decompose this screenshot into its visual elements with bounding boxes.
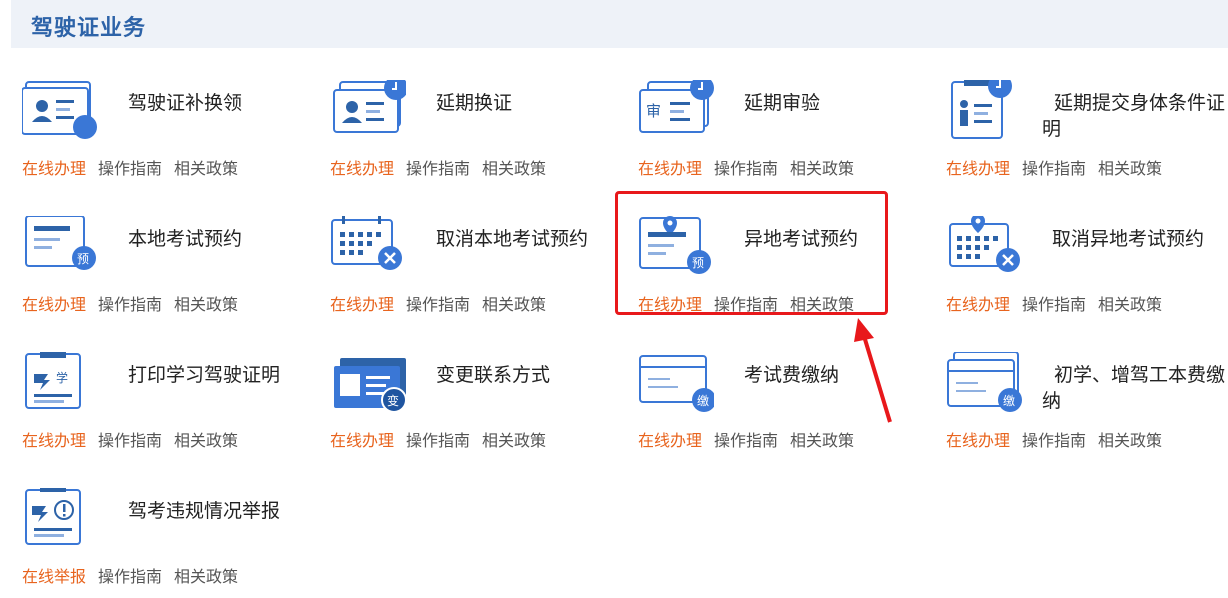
guide-link[interactable]: 操作指南 (714, 431, 778, 450)
policy-link[interactable]: 相关政策 (174, 295, 238, 314)
guide-link[interactable]: 操作指南 (98, 431, 162, 450)
guide-link[interactable]: 操作指南 (406, 295, 470, 314)
service-links: 在线办理 操作指南 相关政策 (638, 427, 866, 451)
service-links: 在线办理 操作指南 相关政策 (946, 291, 1174, 315)
violation-report-icon (22, 484, 98, 558)
policy-link[interactable]: 相关政策 (174, 159, 238, 178)
guide-link[interactable]: 操作指南 (98, 159, 162, 178)
service-links: 在线办理 操作指南 相关政策 (22, 427, 250, 451)
service-title: 延期审验 (744, 92, 821, 114)
guide-link[interactable]: 操作指南 (1022, 159, 1086, 178)
service-tile-local-exam-booking: 预 本地考试预约 在线办理 操作指南 相关政策 (22, 215, 312, 326)
id-card-clock-icon (21, 80, 98, 150)
service-links: 在线办理 操作指南 相关政策 (946, 155, 1174, 179)
guide-link[interactable]: 操作指南 (406, 431, 470, 450)
policy-link[interactable]: 相关政策 (1098, 431, 1162, 450)
service-tile-extend-health-proof: 延期提交身体条件证明 在线办理 操作指南 相关政策 (946, 74, 1228, 190)
service-tile-violation-report: 驾考违规情况举报 在线举报 操作指南 相关政策 (22, 484, 312, 598)
online-handle-link[interactable]: 在线办理 (22, 431, 86, 450)
online-handle-link[interactable]: 在线办理 (946, 431, 1010, 450)
service-title: 取消异地考试预约 (1052, 228, 1205, 250)
location-calendar-cancel-icon (946, 214, 1022, 286)
guide-link[interactable]: 操作指南 (406, 159, 470, 178)
service-links: 在线办理 操作指南 相关政策 (330, 427, 558, 451)
service-links: 在线办理 操作指南 相关政策 (22, 155, 250, 179)
online-handle-link[interactable]: 在线办理 (330, 431, 394, 450)
badge-text: 学 (56, 370, 68, 385)
policy-link[interactable]: 相关政策 (482, 159, 546, 178)
badge-text: 变 (387, 393, 399, 408)
service-title: 本地考试预约 (128, 228, 243, 250)
highlight-box (615, 191, 888, 315)
review-card-clock-icon: 审 (638, 76, 714, 150)
badge-text: 缴 (1003, 393, 1015, 408)
service-tile-print-learner-permit: 学 打印学习驾驶证明 在线办理 操作指南 相关政策 (22, 352, 312, 462)
service-tile-license-replacement: 驾驶证补换领 在线办理 操作指南 相关政策 (21, 80, 312, 190)
guide-link[interactable]: 操作指南 (1022, 431, 1086, 450)
online-handle-link[interactable]: 在线办理 (946, 159, 1010, 178)
policy-link[interactable]: 相关政策 (174, 567, 238, 586)
svg-text:审: 审 (646, 102, 661, 120)
service-title: 变更联系方式 (436, 364, 551, 386)
service-title: 初学、增驾工本费缴纳 (1042, 364, 1226, 412)
exam-booking-icon: 预 (22, 215, 98, 286)
badge-text: 缴 (697, 393, 709, 408)
policy-link[interactable]: 相关政策 (790, 159, 854, 178)
online-handle-link[interactable]: 在线办理 (330, 159, 394, 178)
online-handle-link[interactable]: 在线办理 (638, 159, 702, 178)
online-handle-link[interactable]: 在线办理 (22, 159, 86, 178)
service-tile-extend-review: 审 延期审验 在线办理 操作指南 相关政策 (638, 76, 928, 190)
badge-text: 预 (77, 252, 89, 266)
service-tile-extend-renewal: 延期换证 在线办理 操作指南 相关政策 (330, 76, 620, 190)
policy-link[interactable]: 相关政策 (1098, 295, 1162, 314)
policy-link[interactable]: 相关政策 (790, 431, 854, 450)
service-title: 延期换证 (436, 92, 513, 114)
fee-card-icon: 缴 (638, 352, 716, 422)
service-tile-change-contact: 变 变更联系方式 在线办理 操作指南 相关政策 (330, 352, 620, 462)
policy-link[interactable]: 相关政策 (1098, 159, 1162, 178)
service-links: 在线办理 操作指南 相关政策 (638, 155, 866, 179)
learner-doc-icon: 学 (22, 352, 98, 422)
annotation-arrow-icon (854, 318, 892, 423)
online-handle-link[interactable]: 在线办理 (22, 295, 86, 314)
service-title: 打印学习驾驶证明 (128, 364, 281, 386)
service-title: 驾考违规情况举报 (128, 500, 281, 522)
service-title: 延期提交身体条件证明 (1042, 92, 1226, 140)
service-links: 在线办理 操作指南 相关政策 (22, 291, 250, 315)
service-links: 在线举报 操作指南 相关政策 (22, 563, 250, 587)
guide-link[interactable]: 操作指南 (714, 159, 778, 178)
service-title: 驾驶证补换领 (128, 92, 243, 114)
fee-cards-icon: 缴 (946, 351, 1022, 422)
online-handle-link[interactable]: 在线办理 (946, 295, 1010, 314)
section-title: 驾驶证业务 (31, 16, 147, 41)
service-tile-cancel-remote-exam: 取消异地考试预约 在线办理 操作指南 相关政策 (946, 214, 1228, 326)
service-title: 考试费缴纳 (744, 364, 840, 386)
service-links: 在线办理 操作指南 相关政策 (946, 427, 1174, 451)
online-handle-link[interactable]: 在线办理 (638, 431, 702, 450)
service-title: 取消本地考试预约 (436, 228, 589, 250)
online-report-link[interactable]: 在线举报 (22, 567, 86, 586)
service-tile-cancel-local-exam: 取消本地考试预约 在线办理 操作指南 相关政策 (330, 216, 620, 326)
guide-link[interactable]: 操作指南 (1022, 295, 1086, 314)
guide-link[interactable]: 操作指南 (98, 295, 162, 314)
service-links: 在线办理 操作指南 相关政策 (330, 155, 558, 179)
health-doc-clock-icon (946, 74, 1022, 150)
calendar-cancel-icon (330, 216, 406, 286)
contact-change-icon: 变 (330, 352, 407, 422)
guide-link[interactable]: 操作指南 (98, 567, 162, 586)
id-card-clock-icon (330, 76, 408, 150)
online-handle-link[interactable]: 在线办理 (330, 295, 394, 314)
policy-link[interactable]: 相关政策 (482, 295, 546, 314)
service-tile-learner-fee: 缴 初学、增驾工本费缴纳 在线办理 操作指南 相关政策 (946, 351, 1228, 462)
section-header: 驾驶证业务 (11, 0, 1228, 48)
policy-link[interactable]: 相关政策 (174, 431, 238, 450)
service-links: 在线办理 操作指南 相关政策 (330, 291, 558, 315)
policy-link[interactable]: 相关政策 (482, 431, 546, 450)
